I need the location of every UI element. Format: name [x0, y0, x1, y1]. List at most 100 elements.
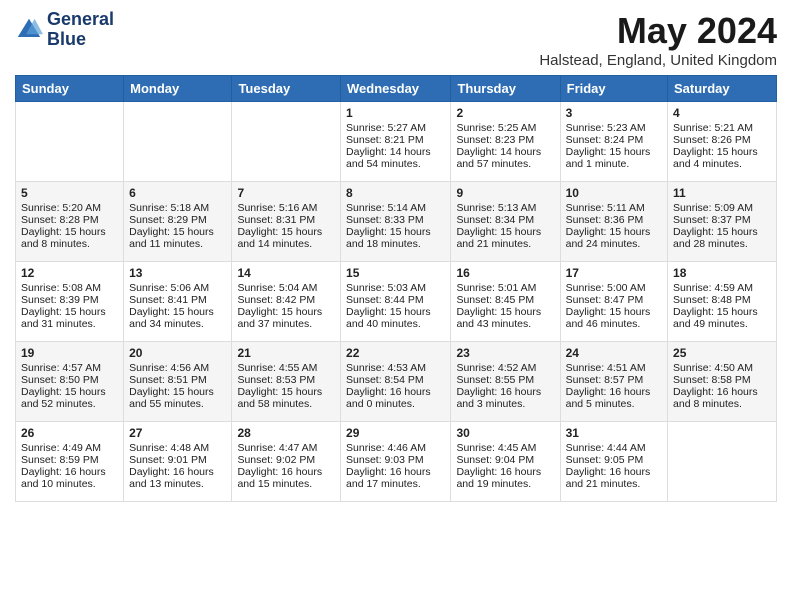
- calendar-cell: 3Sunrise: 5:23 AMSunset: 8:24 PMDaylight…: [560, 102, 667, 182]
- title-block: May 2024 Halstead, England, United Kingd…: [539, 10, 777, 69]
- calendar-cell: 26Sunrise: 4:49 AMSunset: 8:59 PMDayligh…: [16, 422, 124, 502]
- calendar-cell: 2Sunrise: 5:25 AMSunset: 8:23 PMDaylight…: [451, 102, 560, 182]
- day-number: 2: [456, 106, 554, 120]
- day-info: and 21 minutes.: [456, 238, 554, 250]
- day-info: and 8 minutes.: [673, 398, 771, 410]
- day-info: Daylight: 15 hours: [237, 386, 335, 398]
- day-info: Sunset: 8:53 PM: [237, 374, 335, 386]
- day-info: Sunrise: 5:16 AM: [237, 202, 335, 214]
- calendar-cell: 19Sunrise: 4:57 AMSunset: 8:50 PMDayligh…: [16, 342, 124, 422]
- weekday-header-friday: Friday: [560, 76, 667, 102]
- day-info: Daylight: 15 hours: [129, 226, 226, 238]
- calendar-cell: 27Sunrise: 4:48 AMSunset: 9:01 PMDayligh…: [124, 422, 232, 502]
- day-info: Sunset: 8:44 PM: [346, 294, 445, 306]
- day-info: Daylight: 15 hours: [21, 386, 118, 398]
- day-info: Daylight: 15 hours: [566, 146, 662, 158]
- day-info: and 28 minutes.: [673, 238, 771, 250]
- day-info: and 10 minutes.: [21, 478, 118, 490]
- day-info: Sunrise: 5:13 AM: [456, 202, 554, 214]
- day-info: Daylight: 15 hours: [21, 306, 118, 318]
- day-info: Sunset: 8:23 PM: [456, 134, 554, 146]
- day-info: Daylight: 16 hours: [566, 466, 662, 478]
- day-info: Sunset: 8:59 PM: [21, 454, 118, 466]
- day-info: Daylight: 16 hours: [346, 386, 445, 398]
- day-info: Sunset: 8:45 PM: [456, 294, 554, 306]
- calendar-cell: 5Sunrise: 5:20 AMSunset: 8:28 PMDaylight…: [16, 182, 124, 262]
- day-info: Sunset: 8:34 PM: [456, 214, 554, 226]
- day-info: Sunset: 8:41 PM: [129, 294, 226, 306]
- day-info: Sunset: 8:26 PM: [673, 134, 771, 146]
- calendar-cell: 14Sunrise: 5:04 AMSunset: 8:42 PMDayligh…: [232, 262, 341, 342]
- day-info: Daylight: 15 hours: [673, 226, 771, 238]
- day-info: Sunrise: 5:03 AM: [346, 282, 445, 294]
- day-info: and 11 minutes.: [129, 238, 226, 250]
- day-number: 12: [21, 266, 118, 280]
- day-info: Daylight: 15 hours: [566, 226, 662, 238]
- day-number: 11: [673, 186, 771, 200]
- day-number: 9: [456, 186, 554, 200]
- day-info: and 18 minutes.: [346, 238, 445, 250]
- day-info: Sunset: 9:01 PM: [129, 454, 226, 466]
- calendar-cell: 28Sunrise: 4:47 AMSunset: 9:02 PMDayligh…: [232, 422, 341, 502]
- day-number: 21: [237, 346, 335, 360]
- day-info: Sunset: 8:48 PM: [673, 294, 771, 306]
- day-info: Sunrise: 5:25 AM: [456, 122, 554, 134]
- calendar-cell: 17Sunrise: 5:00 AMSunset: 8:47 PMDayligh…: [560, 262, 667, 342]
- day-number: 18: [673, 266, 771, 280]
- day-info: Daylight: 15 hours: [673, 146, 771, 158]
- calendar-cell: [232, 102, 341, 182]
- weekday-header-row: SundayMondayTuesdayWednesdayThursdayFrid…: [16, 76, 777, 102]
- day-info: Sunset: 9:05 PM: [566, 454, 662, 466]
- day-info: Sunset: 9:04 PM: [456, 454, 554, 466]
- day-info: Sunset: 8:42 PM: [237, 294, 335, 306]
- calendar-cell: 1Sunrise: 5:27 AMSunset: 8:21 PMDaylight…: [341, 102, 451, 182]
- calendar-week-1: 1Sunrise: 5:27 AMSunset: 8:21 PMDaylight…: [16, 102, 777, 182]
- day-info: and 5 minutes.: [566, 398, 662, 410]
- day-info: Sunrise: 4:59 AM: [673, 282, 771, 294]
- day-info: Daylight: 15 hours: [673, 306, 771, 318]
- day-info: and 21 minutes.: [566, 478, 662, 490]
- calendar-cell: 11Sunrise: 5:09 AMSunset: 8:37 PMDayligh…: [668, 182, 777, 262]
- day-info: Daylight: 16 hours: [673, 386, 771, 398]
- day-info: Sunset: 8:31 PM: [237, 214, 335, 226]
- day-info: Daylight: 16 hours: [237, 466, 335, 478]
- day-info: Sunrise: 5:04 AM: [237, 282, 335, 294]
- day-number: 4: [673, 106, 771, 120]
- day-info: Sunset: 8:37 PM: [673, 214, 771, 226]
- day-info: and 43 minutes.: [456, 318, 554, 330]
- day-number: 14: [237, 266, 335, 280]
- day-info: and 37 minutes.: [237, 318, 335, 330]
- day-info: Sunset: 8:47 PM: [566, 294, 662, 306]
- day-number: 6: [129, 186, 226, 200]
- logo-line2: Blue: [47, 30, 114, 50]
- calendar-cell: 8Sunrise: 5:14 AMSunset: 8:33 PMDaylight…: [341, 182, 451, 262]
- day-info: Sunset: 8:51 PM: [129, 374, 226, 386]
- day-number: 7: [237, 186, 335, 200]
- calendar-week-4: 19Sunrise: 4:57 AMSunset: 8:50 PMDayligh…: [16, 342, 777, 422]
- day-info: Daylight: 16 hours: [456, 466, 554, 478]
- day-number: 26: [21, 426, 118, 440]
- day-info: Daylight: 15 hours: [566, 306, 662, 318]
- day-number: 27: [129, 426, 226, 440]
- calendar-cell: 23Sunrise: 4:52 AMSunset: 8:55 PMDayligh…: [451, 342, 560, 422]
- calendar-cell: 22Sunrise: 4:53 AMSunset: 8:54 PMDayligh…: [341, 342, 451, 422]
- day-info: Daylight: 15 hours: [346, 226, 445, 238]
- calendar-cell: 30Sunrise: 4:45 AMSunset: 9:04 PMDayligh…: [451, 422, 560, 502]
- day-number: 23: [456, 346, 554, 360]
- header: General Blue May 2024 Halstead, England,…: [15, 10, 777, 69]
- location: Halstead, England, United Kingdom: [539, 52, 777, 69]
- day-info: and 52 minutes.: [21, 398, 118, 410]
- day-info: and 57 minutes.: [456, 158, 554, 170]
- day-info: Sunrise: 5:18 AM: [129, 202, 226, 214]
- day-info: Sunrise: 5:11 AM: [566, 202, 662, 214]
- calendar-cell: [124, 102, 232, 182]
- day-info: and 19 minutes.: [456, 478, 554, 490]
- day-info: Sunrise: 4:52 AM: [456, 362, 554, 374]
- day-info: Sunrise: 4:47 AM: [237, 442, 335, 454]
- day-info: and 17 minutes.: [346, 478, 445, 490]
- day-number: 16: [456, 266, 554, 280]
- calendar-week-3: 12Sunrise: 5:08 AMSunset: 8:39 PMDayligh…: [16, 262, 777, 342]
- day-number: 25: [673, 346, 771, 360]
- day-number: 19: [21, 346, 118, 360]
- calendar-cell: 6Sunrise: 5:18 AMSunset: 8:29 PMDaylight…: [124, 182, 232, 262]
